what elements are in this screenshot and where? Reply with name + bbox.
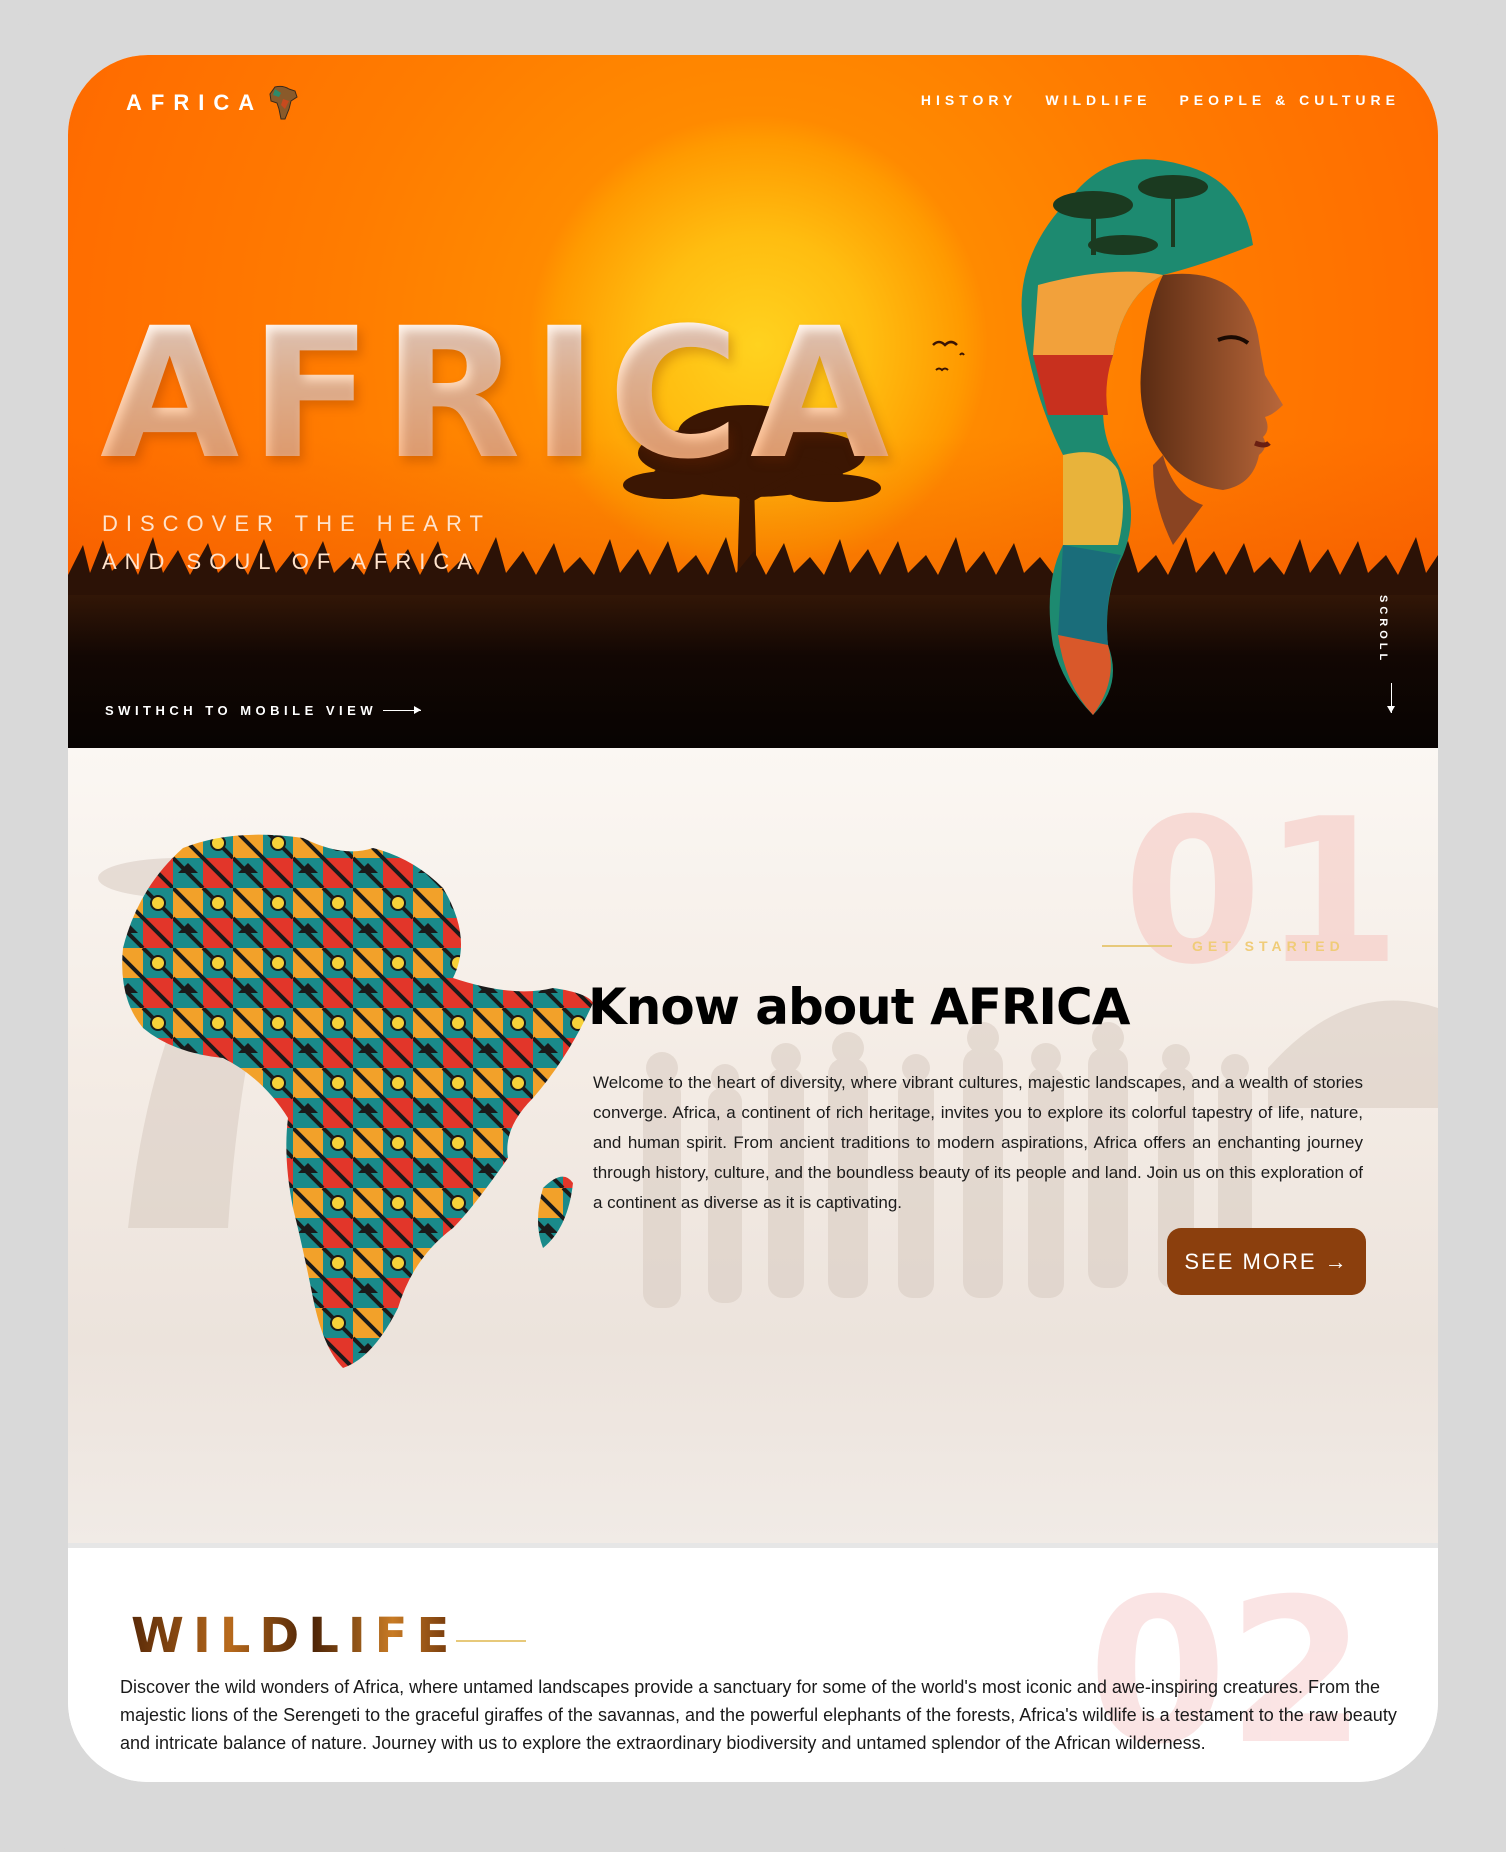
- section-number: 01: [1123, 776, 1402, 1009]
- logo-text: AFRICA: [126, 90, 264, 115]
- hero-section: AFRICA HISTORY WILDLIFE PEOPLE & CULTURE…: [68, 55, 1438, 748]
- about-section: 01 GET STARTED Know about AFRICA Welcome…: [68, 748, 1438, 1543]
- eyebrow: GET STARTED: [1102, 938, 1345, 954]
- nav-link-people-culture[interactable]: PEOPLE & CULTURE: [1179, 92, 1400, 108]
- about-body: Welcome to the heart of diversity, where…: [593, 1073, 1363, 1212]
- main-nav: HISTORY WILDLIFE PEOPLE & CULTURE: [921, 92, 1400, 108]
- birds-icon: [932, 340, 965, 372]
- hero-subtitle-line-2: AND SOUL OF AFRICA: [102, 549, 480, 574]
- about-title: Know about AFRICA: [588, 978, 1130, 1036]
- wildlife-section: 02 WILDLIFE Discover the wild wonders of…: [68, 1543, 1438, 1782]
- switch-mobile-view-label: SWITHCH TO MOBILE VIEW: [105, 703, 378, 718]
- screen: AFRICA HISTORY WILDLIFE PEOPLE & CULTURE…: [68, 55, 1438, 1782]
- title-underline: [456, 1640, 526, 1642]
- wildlife-body: Discover the wild wonders of Africa, whe…: [120, 1677, 1397, 1753]
- hero-subtitle: DISCOVER THE HEART AND SOUL OF AFRICA: [102, 505, 502, 581]
- eyebrow-label: GET STARTED: [1192, 938, 1345, 954]
- hero-subtitle-line-1: DISCOVER THE HEART: [102, 511, 491, 536]
- africa-pattern-map-illustration: [122, 834, 593, 1368]
- african-woman-profile-illustration: [1021, 159, 1283, 715]
- site-logo[interactable]: AFRICA: [126, 85, 299, 121]
- hero-title: AFRICA: [100, 290, 900, 499]
- switch-mobile-view-link[interactable]: SWITHCH TO MOBILE VIEW: [105, 703, 422, 718]
- nav-link-wildlife[interactable]: WILDLIFE: [1045, 92, 1151, 108]
- nav-link-history[interactable]: HISTORY: [921, 92, 1017, 108]
- arrow-right-icon: [383, 706, 422, 714]
- see-more-button[interactable]: SEE MORE →: [1167, 1228, 1366, 1295]
- device-frame: AFRICA HISTORY WILDLIFE PEOPLE & CULTURE…: [0, 0, 1506, 1852]
- arrow-down-icon: [1387, 683, 1395, 713]
- africa-map-icon: [269, 85, 298, 120]
- scroll-indicator[interactable]: SCROLL: [1377, 595, 1389, 664]
- wildlife-title: WILDLIFE: [131, 1608, 459, 1664]
- eyebrow-line: [1102, 945, 1172, 947]
